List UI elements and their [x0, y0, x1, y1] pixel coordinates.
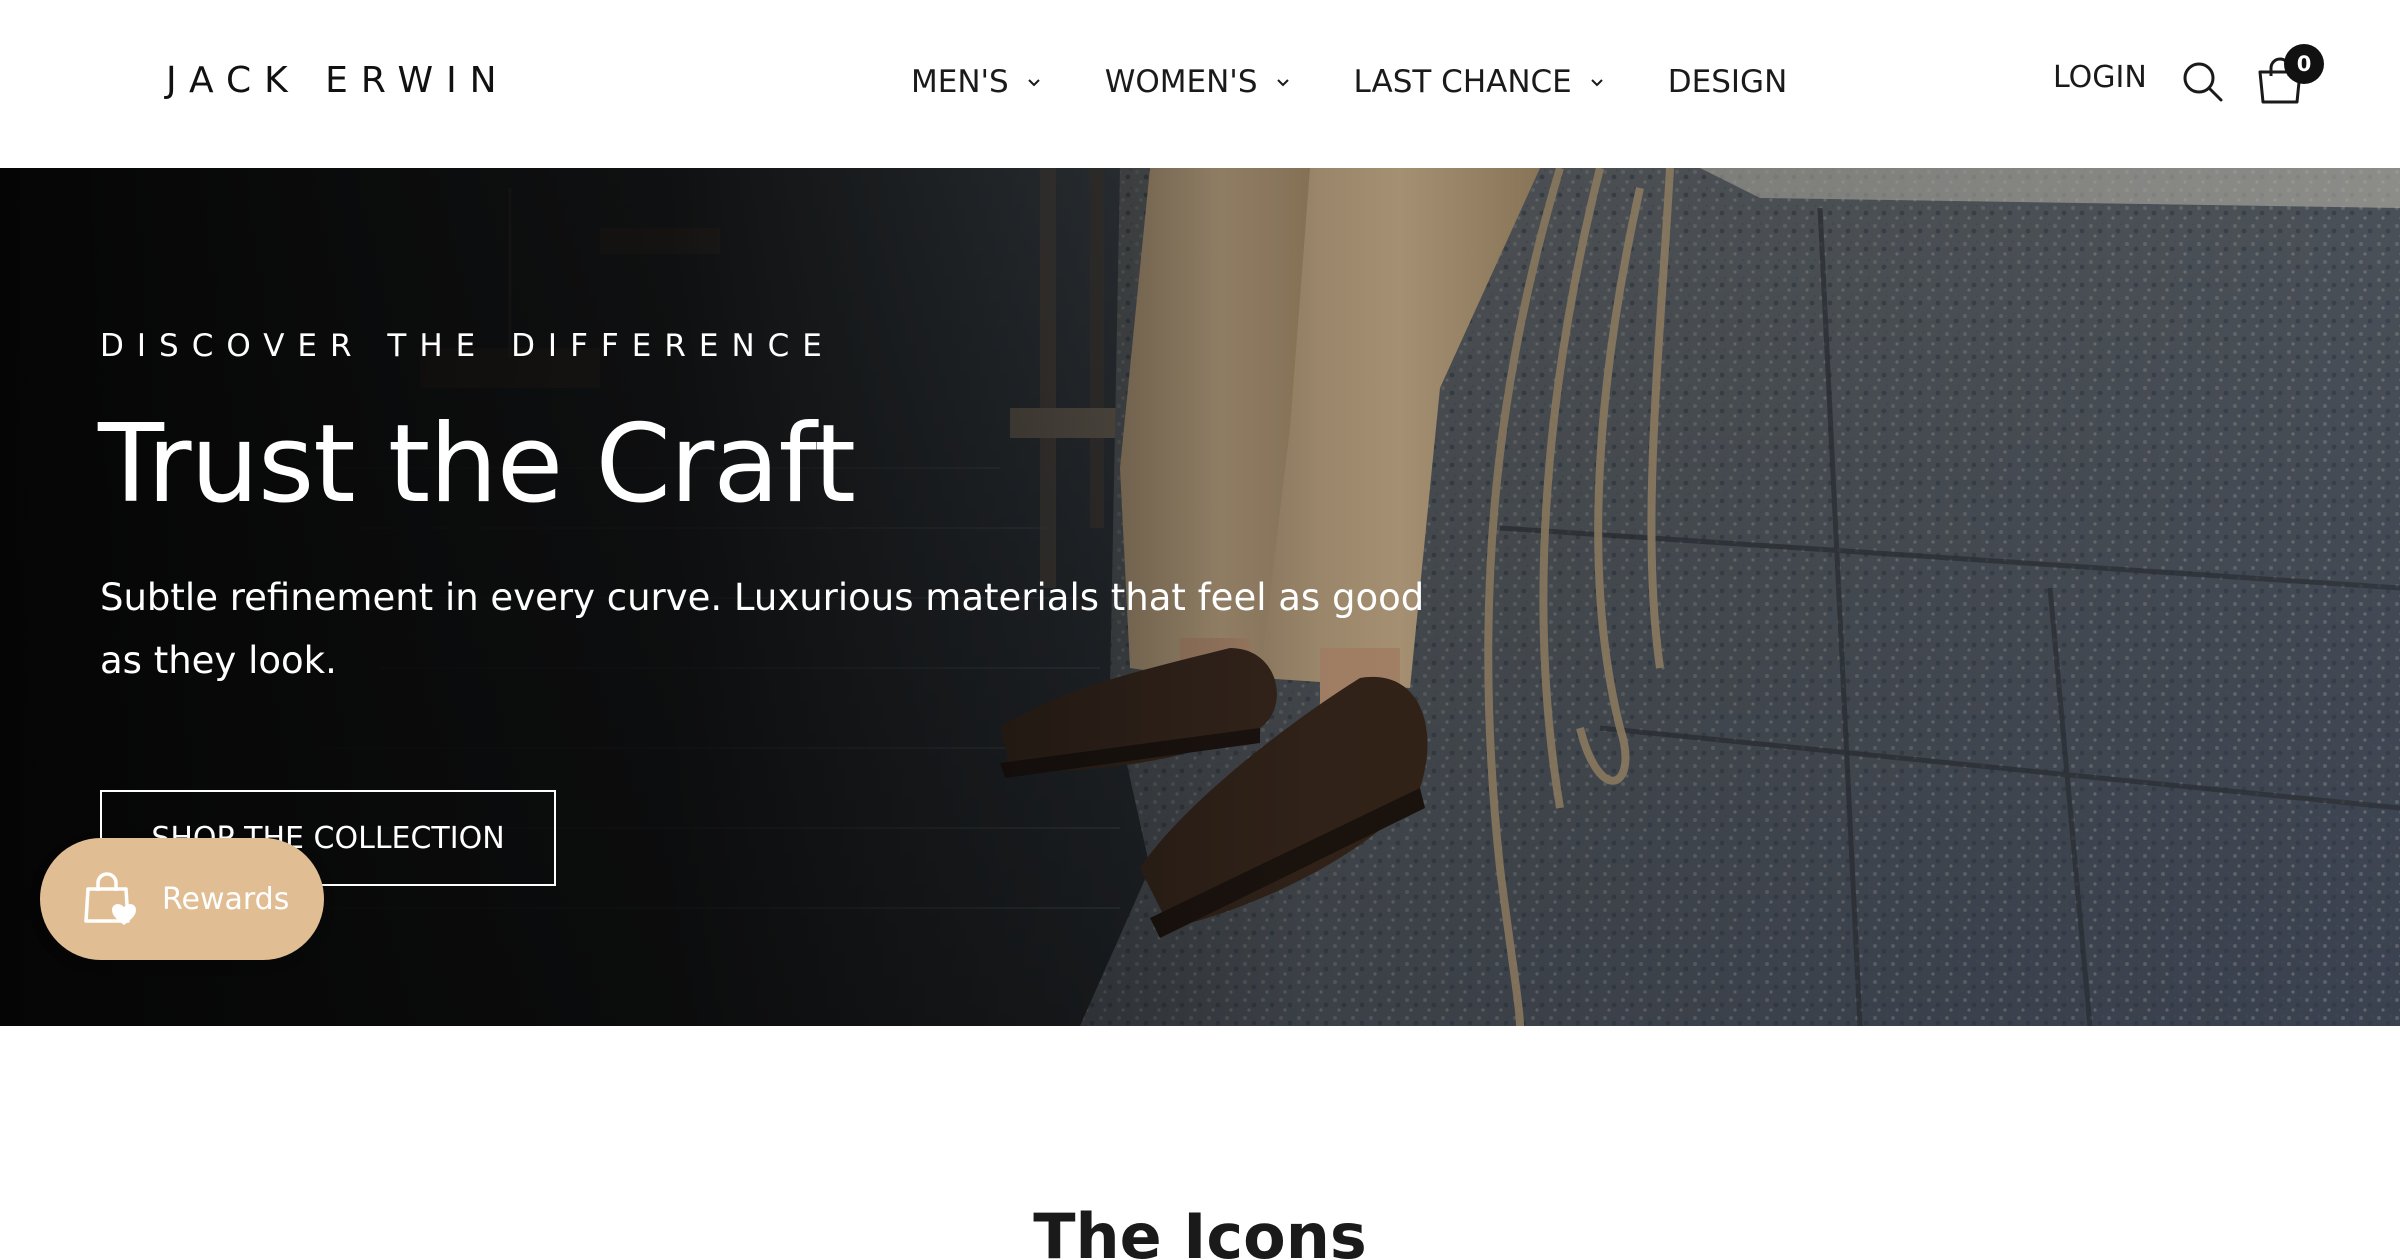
main-nav: MEN'S WOMEN'S LAST CHANCE DESIGN — [911, 58, 1787, 106]
chevron-down-icon — [1586, 71, 1608, 93]
brand-logo[interactable]: JACK ERWIN — [166, 60, 510, 101]
nav-item-label: LAST CHANCE — [1353, 64, 1572, 100]
nav-item-design[interactable]: DESIGN — [1668, 64, 1788, 100]
chevron-down-icon — [1023, 71, 1045, 93]
nav-item-mens[interactable]: MEN'S — [911, 64, 1045, 100]
nav-item-last-chance[interactable]: LAST CHANCE — [1354, 64, 1608, 100]
search-icon[interactable] — [2181, 60, 2225, 104]
rewards-button[interactable]: Rewards — [40, 838, 324, 960]
section-title: The Icons — [1033, 1200, 1367, 1260]
nav-item-womens[interactable]: WOMEN'S — [1105, 64, 1294, 100]
hero-title: Trust the Craft — [98, 402, 856, 527]
site-header: JACK ERWIN MEN'S WOMEN'S LAST CHANCE DES… — [0, 0, 2400, 168]
rewards-label: Rewards — [162, 881, 290, 917]
hero-eyebrow: DISCOVER THE DIFFERENCE — [100, 328, 835, 364]
nav-item-label: MEN'S — [911, 64, 1009, 100]
cart-count-badge[interactable]: 0 — [2284, 44, 2324, 84]
shopping-bag-heart-icon — [80, 869, 140, 929]
nav-item-label: WOMEN'S — [1104, 64, 1258, 100]
hero-banner: DISCOVER THE DIFFERENCE Trust the Craft … — [0, 168, 2400, 1026]
hero-subtitle: Subtle refinement in every curve. Luxuri… — [100, 576, 1425, 682]
login-link[interactable]: LOGIN — [2053, 60, 2147, 95]
chevron-down-icon — [1272, 71, 1294, 93]
nav-item-label: DESIGN — [1667, 64, 1788, 100]
